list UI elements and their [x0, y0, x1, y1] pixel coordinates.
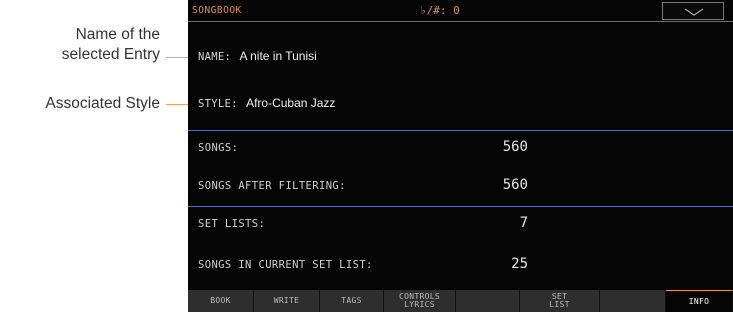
songs-label: SONGS:: [198, 142, 239, 154]
set-lists-label: SET LISTS:: [198, 218, 266, 230]
entry-style-value: Afro-Cuban Jazz: [246, 96, 336, 110]
entry-name-label: NAME:: [198, 51, 232, 63]
page-title: SONGBOOK: [192, 5, 242, 16]
header-bar: SONGBOOK ♭/#: 0: [188, 0, 733, 22]
entry-style-row: STYLE: Afro-Cuban Jazz: [198, 96, 335, 110]
callout-selected-entry-line2: selected Entry: [61, 46, 160, 63]
songs-after-filtering-label: SONGS AFTER FILTERING:: [198, 180, 346, 192]
tab-label: INFO: [688, 296, 710, 306]
songbook-info-screen: SONGBOOK ♭/#: 0 NAME: A nite in Tunisi S…: [188, 0, 733, 312]
tab-label: WRITE: [273, 296, 300, 305]
tab-label-line2: LYRICS: [404, 300, 435, 309]
page-menu-button[interactable]: [662, 2, 724, 20]
section-divider: [188, 130, 733, 131]
entry-style-label: STYLE:: [198, 98, 238, 110]
songs-in-current-set-list-label: SONGS IN CURRENT SET LIST:: [198, 259, 373, 271]
entry-name-value: A nite in Tunisi: [239, 49, 317, 63]
callout-selected-entry-line1: Name of the: [75, 26, 160, 43]
tab-bar: BOOK WRITE TAGS CONTROLS LYRICS SET LIST I…: [188, 290, 733, 312]
callout-selected-entry: Name of the selected Entry: [62, 25, 160, 65]
callout-associated-style: Associated Style: [45, 95, 160, 112]
tab-label: BOOK: [210, 296, 231, 305]
tab-write[interactable]: WRITE: [254, 290, 320, 312]
section-divider: [188, 206, 733, 207]
tab-controls-lyrics[interactable]: CONTROLS LYRICS: [384, 290, 456, 312]
set-lists-value: 7: [519, 215, 528, 231]
tab-label-line2: LIST: [549, 300, 570, 309]
tab-book[interactable]: BOOK: [188, 290, 254, 312]
entry-name-row: NAME: A nite in Tunisi: [198, 49, 317, 63]
tab-empty: [456, 290, 520, 312]
songs-value: 560: [502, 139, 528, 155]
songs-in-current-set-list-value: 25: [511, 256, 528, 272]
transpose-indicator: ♭/#: 0: [420, 4, 460, 17]
chevron-down-icon: [684, 8, 704, 16]
callout-leader-line: [166, 104, 189, 105]
callout-leader-line: [166, 57, 189, 58]
tab-tags[interactable]: TAGS: [320, 290, 384, 312]
songs-after-filtering-value: 560: [502, 177, 528, 193]
tab-empty: [600, 290, 666, 312]
tab-set-list[interactable]: SET LIST: [520, 290, 600, 312]
tab-info[interactable]: INFO: [666, 290, 733, 312]
tab-label: TAGS: [341, 296, 362, 305]
